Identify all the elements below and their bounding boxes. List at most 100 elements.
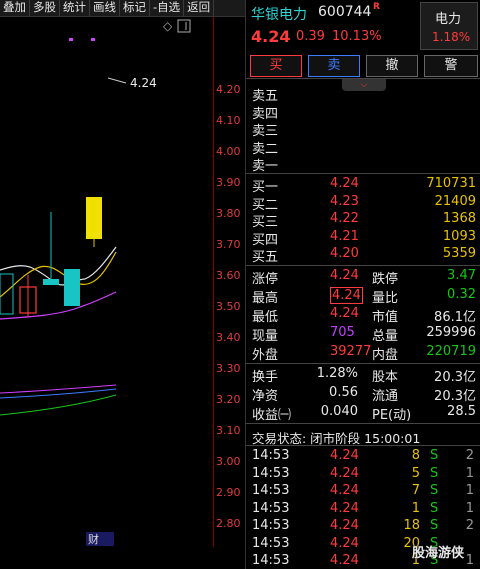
bid-price: 4.22 — [330, 211, 359, 226]
stat-value: 4.24 — [330, 306, 359, 321]
tick-side: S — [430, 518, 439, 533]
tick-time: 14:53 — [252, 553, 290, 568]
stat-label: 内盘 — [372, 348, 399, 363]
ask-label: 卖三 — [252, 124, 279, 139]
tick-price: 4.24 — [330, 465, 359, 481]
bid-price: 4.24 — [330, 176, 359, 191]
price-tick-label: 3.50 — [216, 300, 241, 313]
tick-volume: 8 — [411, 448, 420, 463]
stock-code: 600744 — [318, 4, 372, 20]
tick-time: 14:53 — [252, 518, 290, 533]
stat-value: 86.1亿 — [434, 310, 476, 325]
sector-box[interactable]: 电力 1.18% — [420, 2, 478, 50]
bid-label: 买四 — [252, 232, 279, 248]
tick-count: 1 — [465, 465, 474, 481]
stock-flag: R — [373, 2, 380, 12]
price-tick-label: 4.00 — [216, 145, 241, 158]
stat-value: 39277 — [330, 344, 372, 359]
ma30-line — [0, 384, 117, 394]
buy-button[interactable]: 买 — [250, 55, 302, 77]
diamond-icon: ◇ — [163, 19, 173, 33]
stat-label: 现量 — [252, 329, 279, 344]
tick-side: S — [430, 483, 439, 498]
tick-price: 4.24 — [330, 500, 359, 516]
candles — [0, 197, 102, 317]
toolbar-item[interactable]: 多股 — [30, 0, 60, 16]
tick-volume: 7 — [411, 483, 420, 498]
price-tick-label: 3.70 — [216, 238, 241, 251]
ma10-line — [0, 251, 117, 298]
toolbar-item[interactable]: 返回 — [184, 0, 215, 16]
bid-volume: 5359 — [442, 246, 476, 261]
finance-label: 财 — [88, 532, 99, 546]
tick-price: 4.24 — [330, 518, 359, 533]
sector-name: 电力 — [435, 12, 462, 27]
stat-value: 3.47 — [447, 268, 476, 283]
stat-value: 705 — [330, 325, 355, 340]
stat-value: 4.24 — [330, 268, 359, 283]
candle — [86, 197, 102, 239]
candle — [64, 269, 80, 306]
kline-chart[interactable]: ◇ 4.24 财 — [0, 17, 245, 569]
fund-value: 28.5 — [447, 404, 476, 419]
price-tick-label: 3.30 — [216, 362, 241, 375]
ask-label: 卖四 — [252, 106, 279, 122]
price-tick-label: 4.10 — [216, 114, 241, 127]
bid-price: 4.23 — [330, 193, 359, 209]
ma60-line — [0, 388, 117, 399]
stat-label: 涨停 — [252, 272, 279, 287]
chart-toolbar: 叠加 多股 统计 画线 标记 -自选 返回 — [0, 0, 245, 17]
cancel-order-button[interactable]: 撤 — [366, 55, 418, 77]
tick-side: S — [430, 500, 439, 516]
bid-label: 买一 — [252, 180, 279, 195]
stat-value: 220719 — [426, 344, 476, 359]
tick-price: 4.24 — [330, 553, 359, 568]
stat-label: 最低 — [252, 310, 279, 325]
fund-value: 20.3亿 — [434, 370, 476, 385]
price-tick-label: 2.90 — [216, 486, 241, 499]
stat-label: 量比 — [372, 291, 399, 306]
ma20-line — [0, 291, 117, 320]
price-tick-label: 2.80 — [216, 517, 241, 530]
tick-time: 14:53 — [252, 448, 290, 463]
tick-volume: 1 — [411, 500, 420, 516]
stock-name: 华银电力 — [251, 7, 307, 23]
bid-label: 买五 — [252, 250, 279, 265]
tick-count: 2 — [465, 448, 474, 463]
fund-value: 0.56 — [329, 385, 358, 400]
fund-value: 20.3亿 — [434, 389, 476, 404]
tick-count: 1 — [465, 483, 474, 498]
toolbar-item[interactable]: 画线 — [90, 0, 120, 16]
price-tick-label: 3.60 — [216, 269, 241, 282]
marker-dot — [69, 38, 73, 41]
sell-button[interactable]: 卖 — [308, 55, 360, 77]
alert-button[interactable]: 警 — [424, 55, 478, 77]
fund-value: 0.040 — [320, 404, 358, 419]
bid-price: 4.21 — [330, 228, 359, 244]
tick-side: S — [430, 448, 439, 463]
high-marker-arrow — [107, 77, 127, 84]
price-change: 0.39 — [296, 29, 325, 44]
collapse-chevron-icon[interactable]: ⌵ — [342, 79, 386, 91]
bid-volume: 21409 — [434, 193, 476, 209]
ask-label: 卖一 — [252, 159, 279, 174]
toolbar-item[interactable]: 统计 — [60, 0, 90, 16]
fund-value: 1.28% — [316, 366, 358, 381]
tick-price: 4.24 — [330, 483, 359, 498]
stat-value: 4.24 — [330, 287, 363, 304]
ask-label: 卖二 — [252, 141, 279, 157]
fund-label: 股本 — [372, 370, 399, 385]
fund-label: PE(动) — [372, 408, 412, 423]
price-tick-label: 3.40 — [216, 331, 241, 344]
fund-label: 净资 — [252, 389, 279, 404]
toolbar-item[interactable]: 叠加 — [0, 0, 30, 16]
expand-icon[interactable] — [177, 19, 191, 33]
candle — [43, 279, 59, 285]
toolbar-item[interactable]: 标记 — [120, 0, 150, 16]
tick-time: 14:53 — [252, 465, 290, 481]
fund-label: 换手 — [252, 370, 279, 385]
toolbar-item[interactable]: -自选 — [150, 0, 185, 16]
tick-side: S — [430, 465, 439, 481]
stat-value: 0.32 — [447, 287, 476, 302]
tick-time: 14:53 — [252, 500, 290, 516]
